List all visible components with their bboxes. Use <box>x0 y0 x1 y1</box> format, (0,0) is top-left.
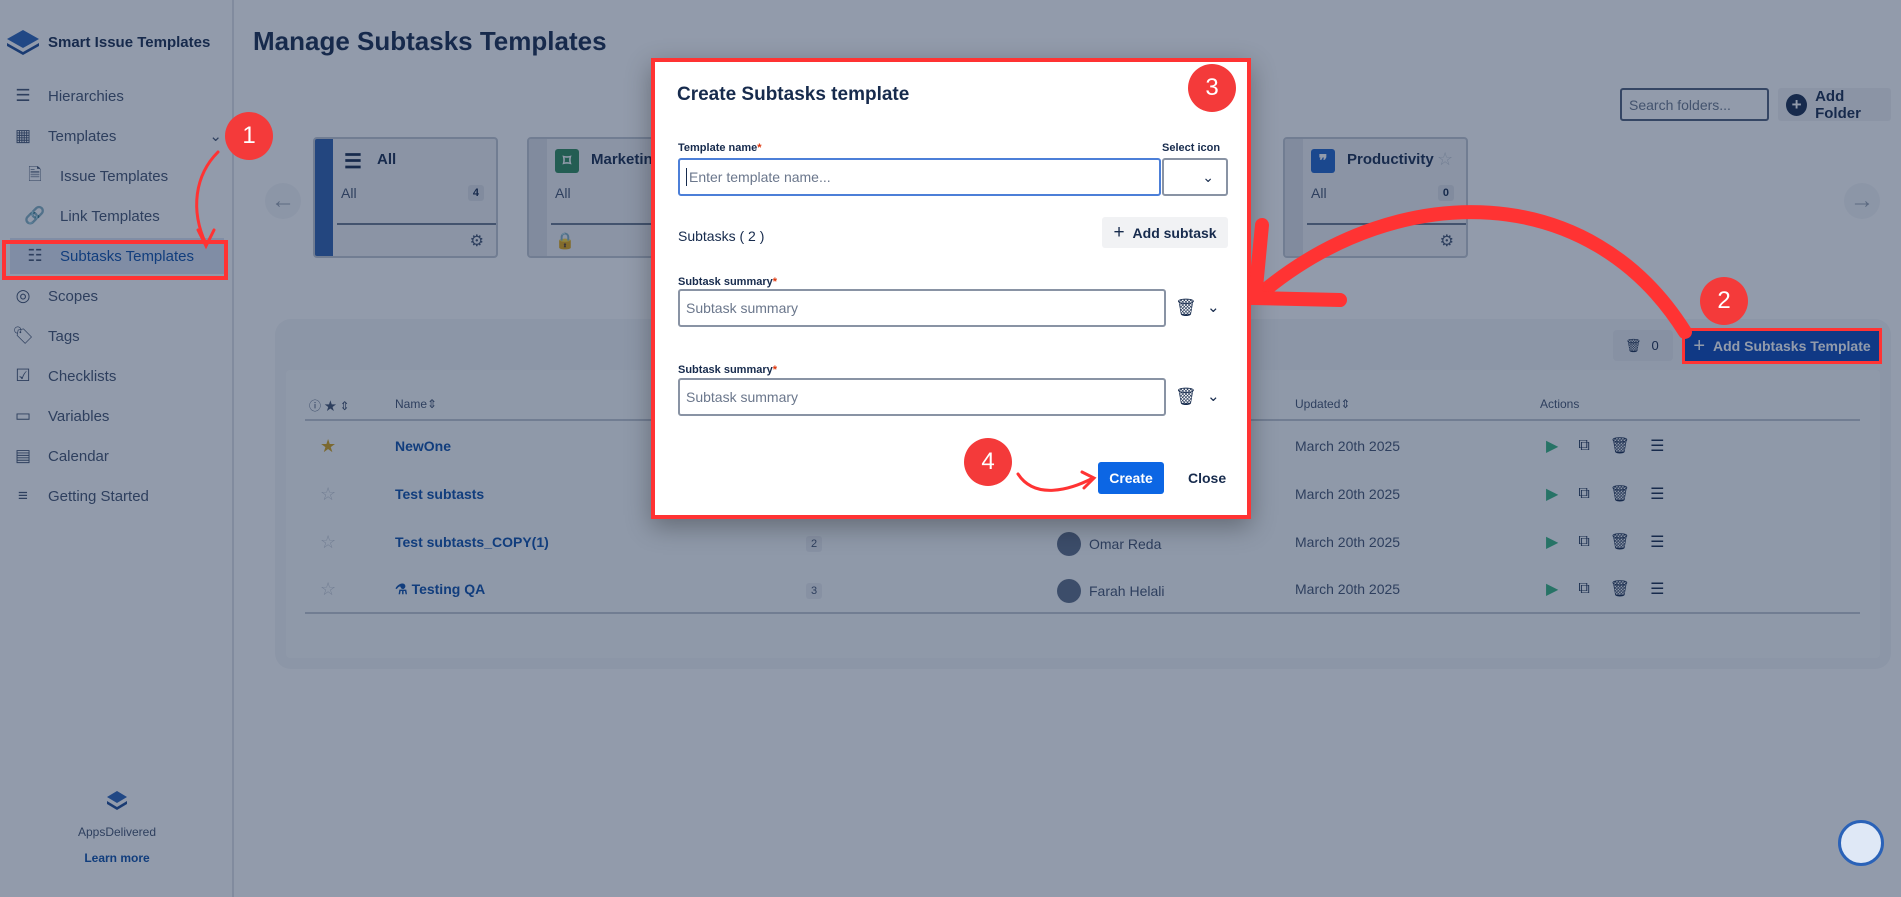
arrow-1-head-icon <box>196 228 216 250</box>
arrow-2-icon <box>1258 205 1692 339</box>
annotation-arrows <box>195 150 1692 492</box>
arrow-4-icon <box>1016 472 1095 492</box>
assistant-avatar[interactable] <box>1838 820 1884 866</box>
